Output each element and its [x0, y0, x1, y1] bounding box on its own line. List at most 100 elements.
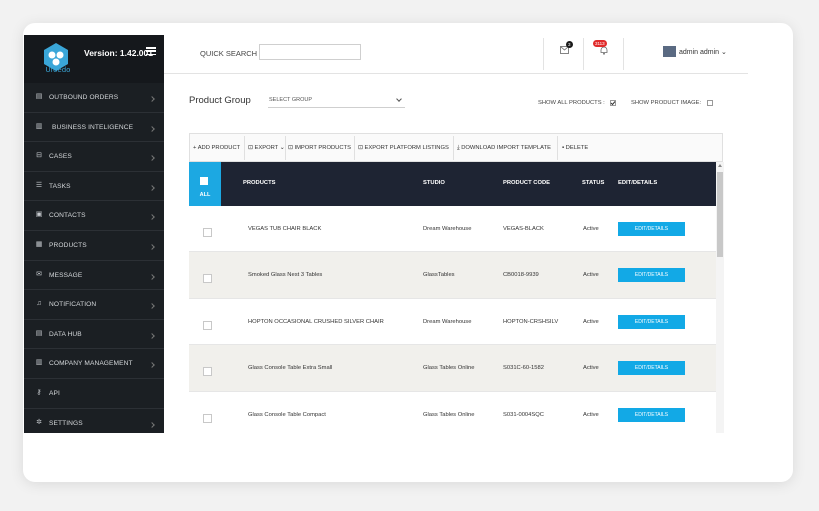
divider — [623, 38, 624, 70]
edit-details-button[interactable]: EDIT/DETAILS — [618, 407, 685, 422]
product-name: VEGAS TUB CHAIR BLACK — [248, 226, 322, 232]
document-icon: ▤ — [35, 93, 43, 100]
edit-details-button[interactable]: EDIT/DETAILS — [618, 268, 685, 283]
download-import-template-button[interactable]: ⤓ DOWNLOAD IMPORT TEMPLATE — [457, 145, 551, 152]
select-all-label: ALL — [199, 192, 211, 198]
mail-count-badge: 3 — [566, 41, 573, 48]
delete-button[interactable]: ▪ DELETE — [562, 145, 588, 151]
contact-icon: ▣ — [35, 211, 43, 219]
status: Active — [583, 226, 599, 232]
studio: Glass Tables Online — [423, 411, 475, 418]
sidebar-item-label: MESSAGE — [49, 271, 83, 279]
col-header-products[interactable]: PRODUCTS — [243, 180, 276, 186]
list-icon: ☰ — [35, 181, 43, 189]
chevron-right-icon — [149, 96, 155, 102]
sidebar-item-label: PRODUCTS — [49, 241, 87, 249]
sidebar-item-contacts[interactable]: ▣ CONTACTS — [24, 201, 164, 231]
database-icon: ▤ — [35, 329, 43, 337]
sidebar-nav: ▤ OUTBOUND ORDERS ▥ BUSINESS INTELIGENCE… — [24, 75, 164, 433]
export-platform-listings-button[interactable]: ⊡ EXPORT PLATFORM LISTINGS — [358, 145, 449, 151]
studio: GlassTables — [423, 272, 455, 279]
table-header: ALL PRODUCTS STUDIO PRODUCT CODE STATUS … — [189, 162, 716, 206]
chevron-right-icon — [149, 273, 155, 280]
scroll-thumb[interactable] — [717, 172, 723, 257]
row-checkbox[interactable] — [203, 320, 212, 330]
bell-icon: ♫ — [36, 300, 42, 308]
row-checkbox[interactable] — [203, 274, 212, 284]
chevron-right-icon — [149, 155, 155, 162]
sidebar-item-label: API — [49, 389, 60, 397]
show-product-image-checkbox[interactable] — [707, 100, 713, 106]
sidebar-item-outbound-orders[interactable]: ▤ OUTBOUND ORDERS — [24, 83, 164, 113]
user-menu[interactable]: admin admin ⌄ — [679, 48, 727, 56]
scroll-up-arrow-icon[interactable] — [718, 164, 722, 167]
product-group-select[interactable]: SELECT GROUP — [268, 94, 405, 108]
table-row: VEGAS TUB CHAIR BLACK Dream Warehouse VE… — [189, 206, 716, 253]
edit-details-button[interactable]: EDIT/DETAILS — [618, 222, 685, 236]
product-name: Smoked Glass Nest 3 Tables — [248, 272, 323, 279]
product-group-label: Product Group — [189, 95, 251, 106]
table-scrollbar[interactable] — [716, 162, 724, 433]
sidebar-item-label: TASKS — [49, 182, 71, 190]
product-code: S031C-60-1582 — [503, 365, 544, 372]
select-value: SELECT GROUP — [269, 97, 312, 103]
menu-icon[interactable] — [146, 47, 156, 56]
inbox-icon: ⊟ — [36, 152, 42, 160]
product-code: S031-0004SQC — [503, 411, 544, 418]
export-button[interactable]: ⊡ EXPORT ⌄ — [248, 145, 285, 151]
status: Active — [583, 365, 599, 372]
row-checkbox[interactable] — [203, 367, 212, 377]
table-row: Glass Console Table Extra Small Glass Ta… — [189, 345, 716, 392]
product-name: Glass Console Table Extra Small — [248, 365, 333, 372]
row-checkbox[interactable] — [203, 228, 212, 237]
col-header-studio[interactable]: STUDIO — [423, 180, 445, 186]
studio: Dream Warehouse — [423, 318, 472, 325]
studio: Glass Tables Online — [423, 365, 475, 372]
show-all-products-checkbox[interactable] — [610, 100, 616, 106]
user-name: admin admin — [679, 49, 720, 56]
sidebar-item-label: SETTINGS — [49, 419, 83, 427]
gear-icon: ✲ — [36, 418, 42, 426]
sidebar-item-business-inteligence[interactable]: ▥ BUSINESS INTELIGENCE — [24, 113, 164, 143]
chevron-right-icon — [149, 125, 155, 132]
sidebar-item-notification[interactable]: ♫ NOTIFICATION — [24, 290, 164, 320]
sidebar-item-company-management[interactable]: ▥ COMPANY MANAGEMENT — [24, 349, 164, 379]
sidebar-item-api[interactable]: ⚷ API — [24, 379, 164, 409]
chevron-right-icon — [149, 214, 155, 221]
edit-details-button[interactable]: EDIT/DETAILS — [618, 361, 685, 376]
bell-icon[interactable] — [600, 46, 608, 55]
sidebar-item-message[interactable]: ✉ MESSAGE — [24, 261, 164, 291]
sidebar-item-label: BUSINESS INTELIGENCE — [52, 123, 134, 131]
col-header-status[interactable]: STATUS — [582, 180, 604, 186]
product-code: CB0018-9939 — [503, 272, 539, 279]
top-header: QUICK SEARCH : 3 3113 admin admin ⌄ — [164, 35, 748, 74]
add-product-button[interactable]: + ADD PRODUCT — [193, 145, 240, 151]
sidebar-item-products[interactable]: ▦ PRODUCTS — [24, 231, 164, 261]
import-products-button[interactable]: ⊡ IMPORT PRODUCTS — [288, 145, 351, 151]
edit-details-button[interactable]: EDIT/DETAILS — [618, 314, 685, 329]
sidebar-item-cases[interactable]: ⊟ CASES — [24, 142, 164, 172]
sidebar-item-settings[interactable]: ✲ SETTINGS — [24, 409, 164, 433]
divider — [285, 136, 286, 160]
product-code: VEGAS-BLACK — [503, 226, 544, 232]
building-icon: ▥ — [35, 359, 43, 367]
key-icon: ⚷ — [36, 388, 42, 396]
table-row: Smoked Glass Nest 3 Tables GlassTables C… — [189, 252, 716, 299]
select-all-checkbox[interactable]: ALL — [189, 162, 221, 206]
table-row: HOPTON OCCASIONAL CRUSHED SILVER CHAIR D… — [189, 299, 716, 346]
sidebar-item-data-hub[interactable]: ▤ DATA HUB — [24, 320, 164, 350]
chevron-right-icon — [149, 332, 155, 339]
product-code: HOPTON-CRSHSILV — [503, 318, 559, 325]
row-checkbox[interactable] — [203, 413, 212, 423]
quick-search-input[interactable] — [259, 44, 361, 60]
sidebar-item-tasks[interactable]: ☰ TASKS — [24, 172, 164, 202]
sidebar-item-label: DATA HUB — [49, 330, 82, 338]
divider — [557, 136, 558, 160]
sidebar-item-label: OUTBOUND ORDERS — [49, 94, 119, 101]
col-header-product-code[interactable]: PRODUCT CODE — [503, 180, 550, 186]
show-product-image-label: SHOW PRODUCT IMAGE: — [631, 100, 702, 106]
show-all-products-label: SHOW ALL PRODUCTS : — [538, 100, 605, 106]
status: Active — [583, 272, 599, 279]
chevron-right-icon — [149, 244, 155, 250]
studio: Dream Warehouse — [423, 226, 472, 232]
